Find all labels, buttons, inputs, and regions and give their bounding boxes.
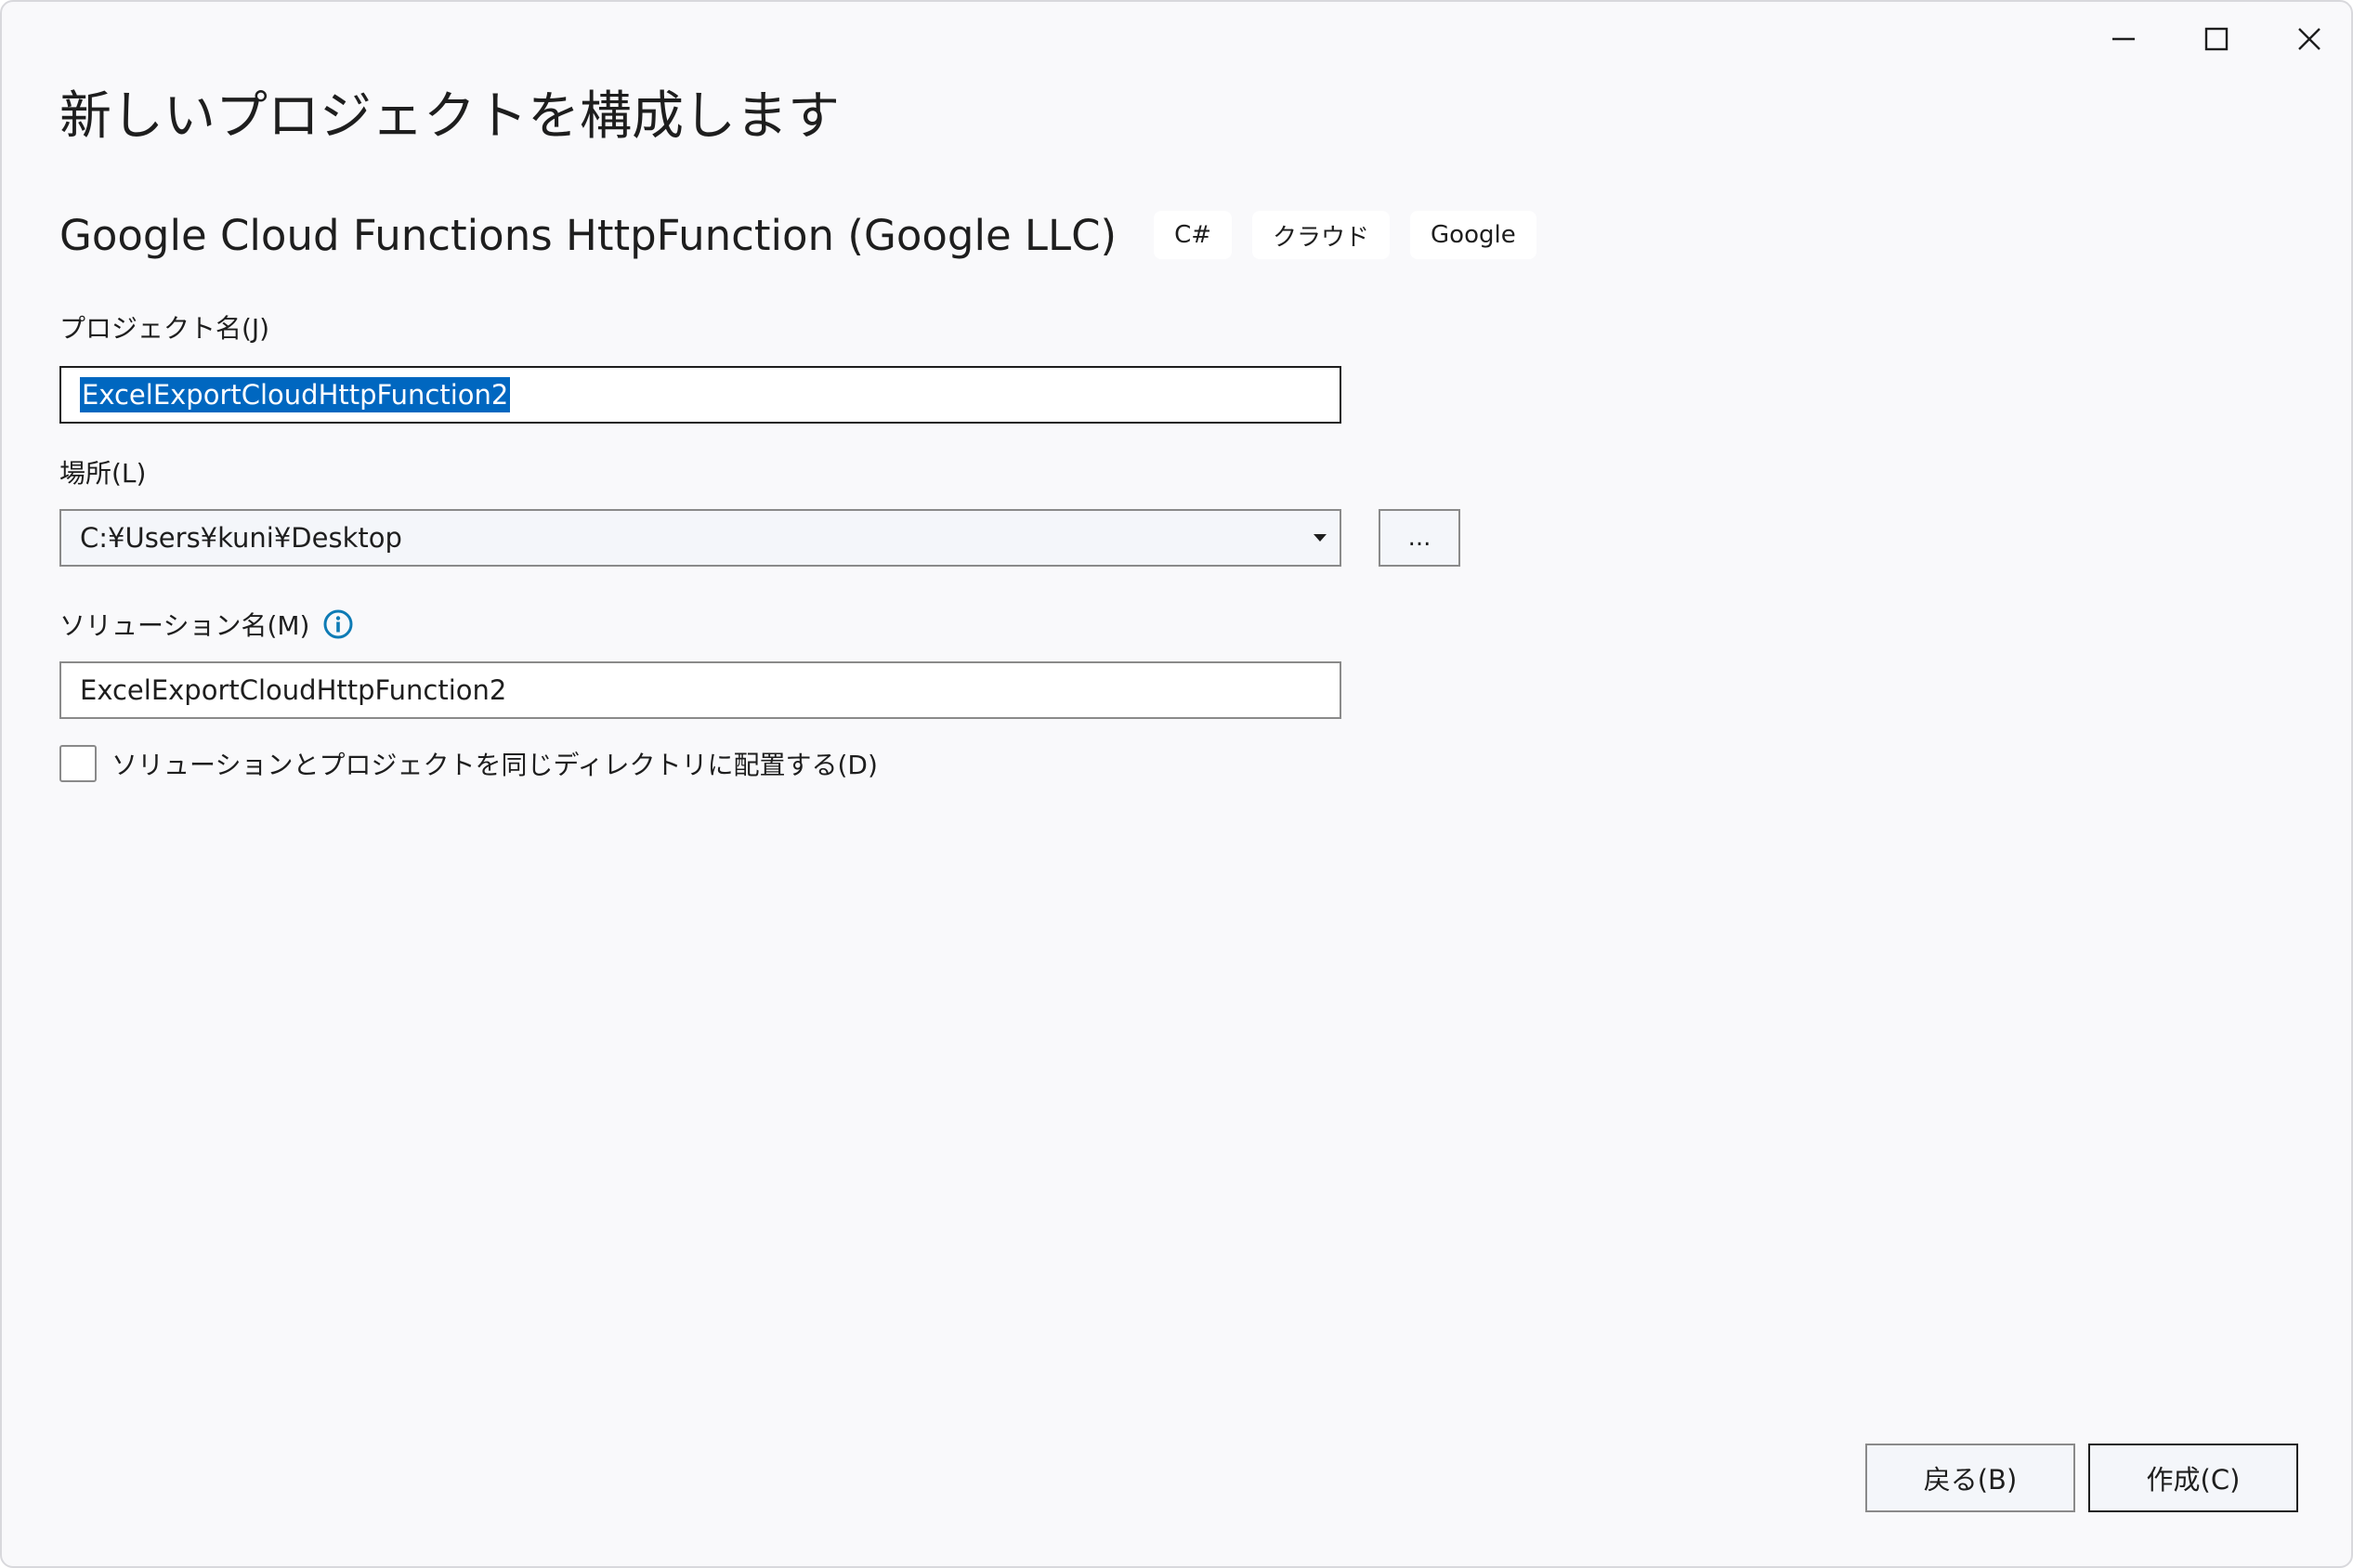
- solution-name-input[interactable]: ExcelExportCloudHttpFunction2: [59, 661, 1341, 719]
- solution-name-label: ソリューション名(M): [59, 610, 310, 641]
- back-button[interactable]: 戻る(B): [1865, 1444, 2075, 1512]
- minimize-button[interactable]: [2079, 9, 2168, 69]
- info-icon[interactable]: [322, 608, 354, 640]
- close-button[interactable]: [2265, 9, 2353, 69]
- solution-name-label-row: ソリューション名(M): [59, 606, 354, 643]
- browse-button[interactable]: ...: [1379, 509, 1460, 567]
- template-name: Google Cloud Functions HttpFunction (Goo…: [59, 210, 1118, 260]
- create-button[interactable]: 作成(C): [2088, 1444, 2298, 1512]
- location-value: C:¥Users¥kuni¥Desktop: [80, 522, 402, 554]
- same-directory-option: ソリューションとプロジェクトを同じディレクトリに配置する(D): [59, 745, 878, 782]
- close-icon: [2298, 28, 2320, 50]
- project-name-label: プロジェクト名(J): [59, 313, 270, 344]
- project-name-value: ExcelExportCloudHttpFunction2: [80, 377, 511, 412]
- template-info: Google Cloud Functions HttpFunction (Goo…: [59, 201, 1557, 269]
- maximize-icon: [2204, 27, 2229, 51]
- tag-platform: クラウド: [1252, 211, 1391, 259]
- project-name-input[interactable]: ExcelExportCloudHttpFunction2: [59, 366, 1341, 424]
- tag-vendor: Google: [1410, 211, 1536, 259]
- same-directory-label[interactable]: ソリューションとプロジェクトを同じディレクトリに配置する(D): [111, 745, 878, 782]
- tag-language: C#: [1154, 211, 1233, 259]
- solution-name-value: ExcelExportCloudHttpFunction2: [80, 674, 507, 706]
- dropdown-button[interactable]: [1302, 513, 1338, 563]
- location-combobox[interactable]: C:¥Users¥kuni¥Desktop: [59, 509, 1341, 567]
- chevron-down-icon: [1314, 534, 1327, 542]
- maximize-button[interactable]: [2172, 9, 2261, 69]
- page-title: 新しいプロジェクトを構成します: [59, 86, 840, 147]
- minimize-icon: [2112, 37, 2135, 41]
- location-label: 場所(L): [59, 458, 147, 489]
- create-project-dialog: 新しいプロジェクトを構成します Google Cloud Functions H…: [0, 0, 2353, 1568]
- same-directory-checkbox[interactable]: [59, 745, 97, 782]
